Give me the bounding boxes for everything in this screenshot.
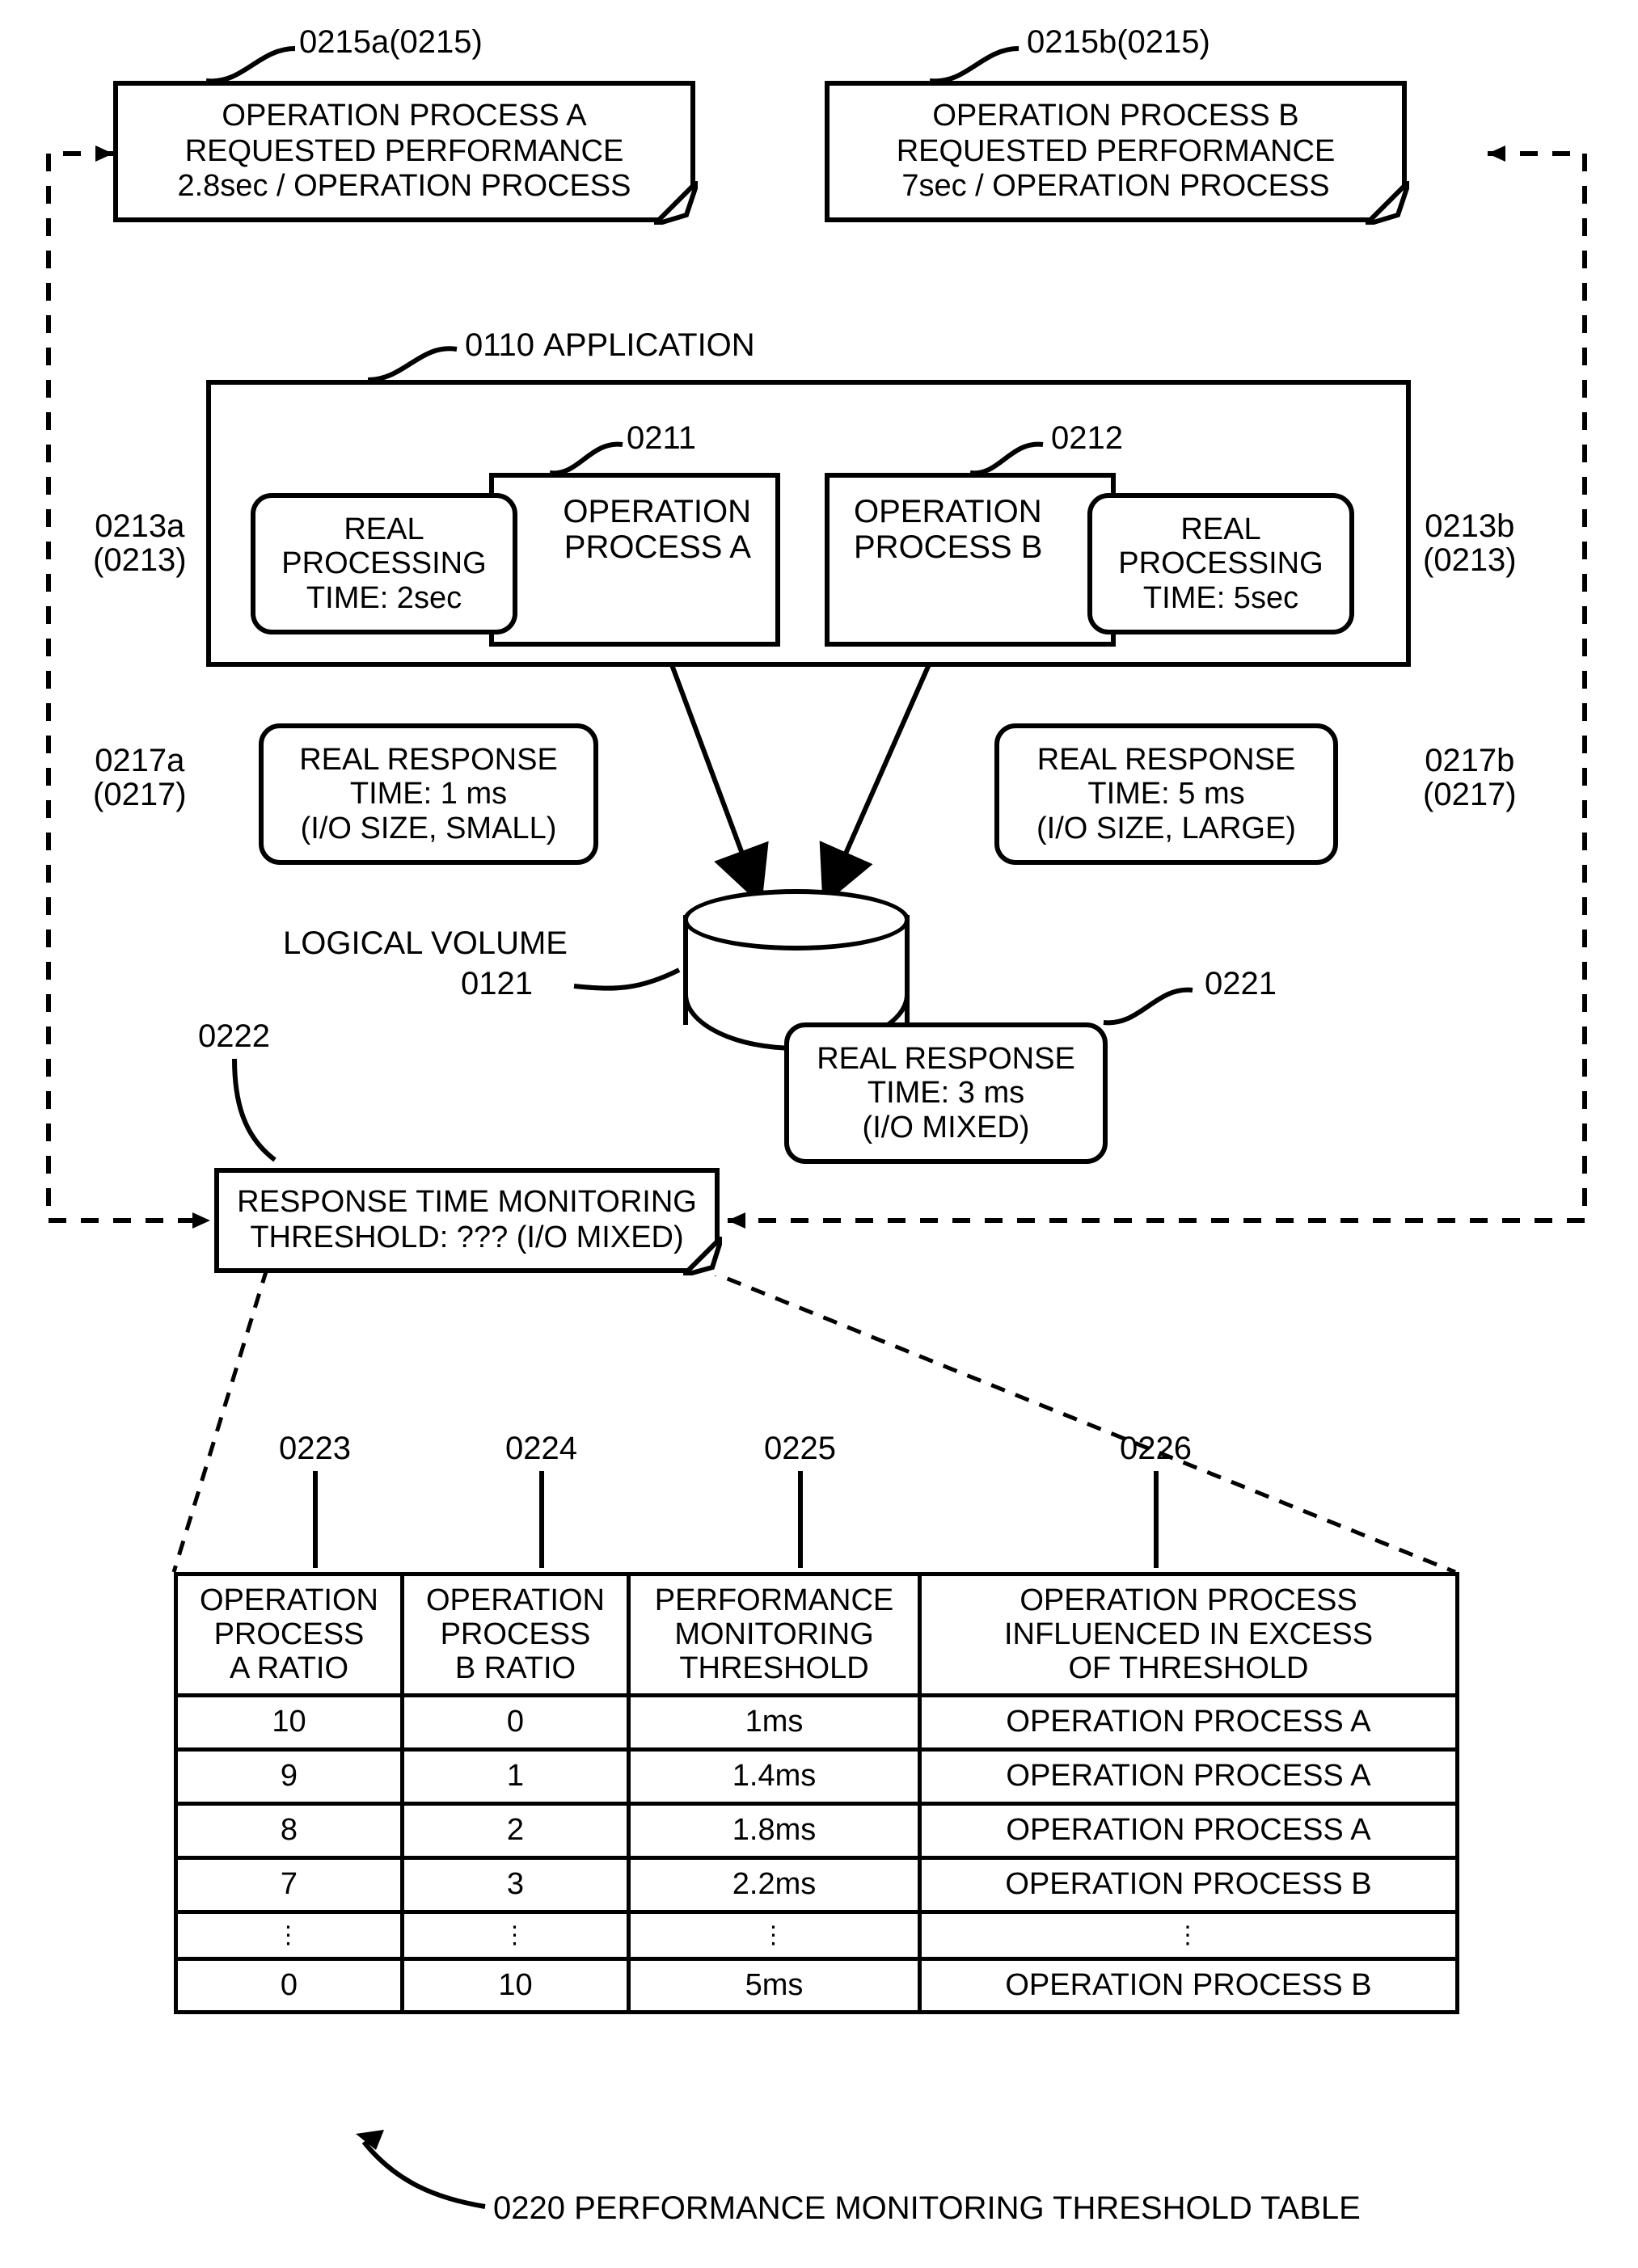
rt-a-1: REAL [344,512,424,547]
ref-0212: 0212 [1051,420,1123,457]
resp-b-1: REAL RESPONSE [1037,743,1296,778]
ref-0221: 0221 [1205,966,1277,1002]
col-op-a-ratio: OPERATION PROCESS A RATIO [176,1575,403,1696]
table-row-dots: ⋮ ⋮ ⋮ ⋮ [176,1912,1458,1958]
real-response-a: REAL RESPONSE TIME: 1 ms (I/O SIZE, SMAL… [259,723,598,865]
note-0215b-line1: OPERATION PROCESS B [932,99,1298,134]
note-0215a-line2: REQUESTED PERFORMANCE [185,134,624,170]
resp-a-3: (I/O SIZE, SMALL) [301,812,557,846]
note-0215b-line2: REQUESTED PERFORMANCE [897,134,1336,170]
logical-volume-label: LOGICAL VOLUME [283,925,477,962]
resp-b-2: TIME: 5 ms [1087,777,1244,812]
ref-0110: 0110 APPLICATION [465,327,755,364]
ref-0223: 0223 [279,1431,351,1467]
real-processing-b: REAL PROCESSING TIME: 5sec [1087,493,1354,634]
ref-0222: 0222 [198,1018,270,1055]
diagram-canvas: 0215a(0215) 0215b(0215) [0,0,1638,2268]
table-row: 7 3 2.2ms OPERATION PROCESS B [176,1857,1458,1912]
ref-0224: 0224 [505,1431,577,1467]
resp-mix-1: REAL RESPONSE [817,1042,1075,1077]
rt-b-1: REAL [1180,512,1260,547]
op-b-line2: PROCESS B [854,529,1042,565]
note-0222-line1: RESPONSE TIME MONITORING [237,1185,697,1220]
note-0215a: OPERATION PROCESS A REQUESTED PERFORMANC… [113,81,695,222]
ref-0213a: 0213a (0213) [93,509,187,577]
real-response-b: REAL RESPONSE TIME: 5 ms (I/O SIZE, LARG… [994,723,1338,865]
op-a-line1: OPERATION [563,494,751,529]
ref-0226: 0226 [1120,1431,1192,1467]
table-row: 10 0 1ms OPERATION PROCESS A [176,1696,1458,1750]
table-row: 0 10 5ms OPERATION PROCESS B [176,1958,1458,2013]
note-0215b-line3: 7sec / OPERATION PROCESS [901,169,1329,204]
note-0222-line2: THRESHOLD: ??? (I/O MIXED) [250,1220,683,1256]
threshold-table: OPERATION PROCESS A RATIO OPERATION PROC… [174,1572,1459,2014]
ref-0215a: 0215a(0215) [299,24,483,61]
ref-0211: 0211 [627,420,696,457]
note-0215a-line3: 2.8sec / OPERATION PROCESS [177,169,631,204]
table-header-row: OPERATION PROCESS A RATIO OPERATION PROC… [176,1575,1458,1696]
table-body: 10 0 1ms OPERATION PROCESS A 9 1 1.4ms O… [176,1696,1458,2013]
ref-0213b: 0213b (0213) [1423,509,1517,577]
note-0222: RESPONSE TIME MONITORING THRESHOLD: ??? … [214,1168,720,1273]
note-0215b: OPERATION PROCESS B REQUESTED PERFORMANC… [825,81,1407,222]
ref-0220: 0220 PERFORMANCE MONITORING THRESHOLD TA… [493,2190,1361,2227]
col-op-b-ratio: OPERATION PROCESS B RATIO [403,1575,629,1696]
ref-0215b: 0215b(0215) [1027,24,1210,61]
real-processing-a: REAL PROCESSING TIME: 2sec [251,493,517,634]
resp-mix-3: (I/O MIXED) [863,1111,1030,1145]
op-process-b-box: OPERATION PROCESS B [825,473,1116,647]
ref-0217b: 0217b (0217) [1423,744,1517,812]
rt-a-3: TIME: 2sec [306,581,462,616]
col-perf-threshold: PERFORMANCE MONITORING THRESHOLD [629,1575,920,1696]
op-process-a-box: OPERATION PROCESS A [489,473,780,647]
table-row: 8 2 1.8ms OPERATION PROCESS A [176,1803,1458,1857]
ref-0217a: 0217a (0217) [93,744,187,812]
ref-0225: 0225 [764,1431,836,1467]
ref-0121: 0121 [461,966,533,1002]
table-row: 9 1 1.4ms OPERATION PROCESS A [176,1750,1458,1804]
rt-b-3: TIME: 5sec [1143,581,1298,616]
rt-b-2: PROCESSING [1118,546,1323,581]
rt-a-2: PROCESSING [281,546,486,581]
op-a-line2: PROCESS A [564,529,751,565]
note-0215a-line1: OPERATION PROCESS A [222,99,586,134]
resp-mix-2: TIME: 3 ms [868,1076,1024,1111]
col-influenced: OPERATION PROCESS INFLUENCED IN EXCESS O… [920,1575,1458,1696]
resp-a-1: REAL RESPONSE [299,743,558,778]
resp-a-2: TIME: 1 ms [350,777,507,812]
op-b-line1: OPERATION [854,494,1042,529]
real-response-mixed: REAL RESPONSE TIME: 3 ms (I/O MIXED) [784,1022,1108,1164]
resp-b-3: (I/O SIZE, LARGE) [1036,812,1296,846]
